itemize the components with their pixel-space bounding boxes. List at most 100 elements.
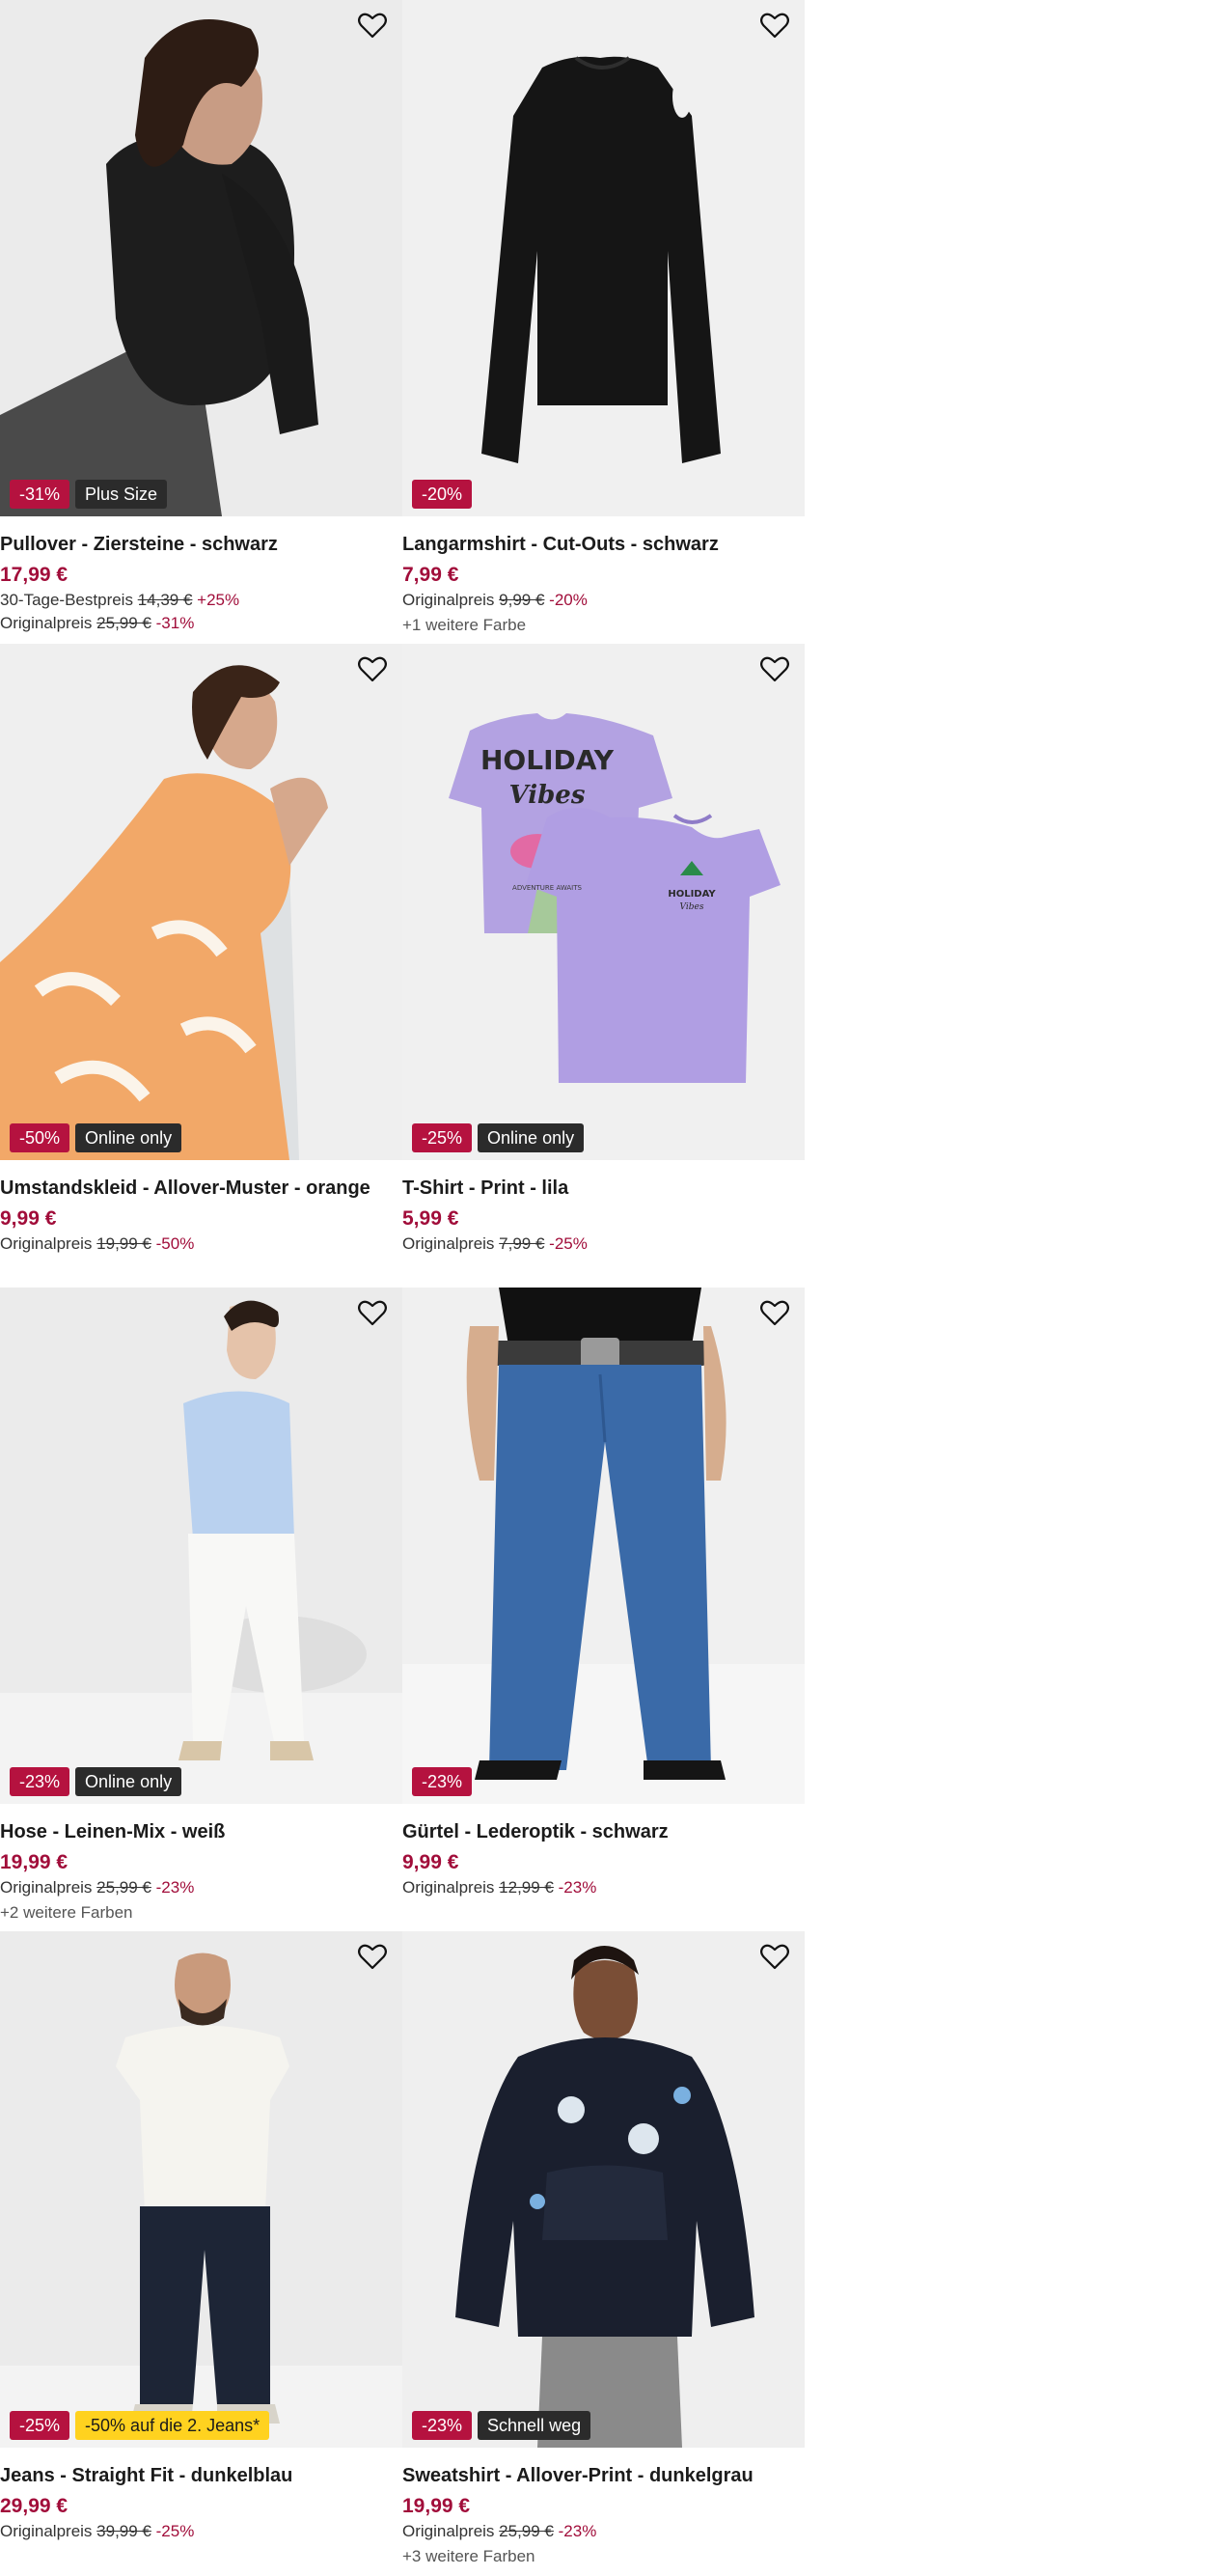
wishlist-heart-icon[interactable]: [760, 12, 793, 42]
original-price-line: Originalpreis 19,99 € -50%: [0, 1234, 396, 1254]
product-image[interactable]: -50% Online only: [0, 644, 402, 1160]
price-change: -25%: [549, 1234, 588, 1253]
print-small-vibes-text: Vibes: [680, 902, 704, 912]
price-change: -23%: [155, 1878, 195, 1897]
label-badge: Schnell weg: [478, 2411, 591, 2440]
print-holiday-text: HOLIDAY: [480, 744, 615, 776]
price-change: -23%: [558, 2522, 597, 2540]
old-price: 14,39 €: [137, 591, 193, 609]
price-label: Originalpreis: [0, 2522, 93, 2540]
badge-row: -23% Online only: [10, 1767, 182, 1796]
old-price: 7,99 €: [499, 1234, 545, 1253]
product-title[interactable]: T-Shirt - Print - lila: [402, 1177, 798, 1200]
badge-row: -23%: [412, 1767, 473, 1796]
product-title[interactable]: Langarmshirt - Cut-Outs - schwarz: [402, 534, 798, 556]
original-price-line: Originalpreis 25,99 € -31%: [0, 614, 396, 633]
more-colors-link[interactable]: +2 weitere Farben: [0, 1903, 396, 1923]
product-card[interactable]: -25% -50% auf die 2. Jeans* Jeans - Stra…: [0, 1931, 402, 2575]
product-card[interactable]: -20% Langarmshirt - Cut-Outs - schwarz 7…: [402, 0, 805, 644]
label-badge: Online only: [75, 1767, 182, 1796]
price-label: Originalpreis: [402, 1234, 495, 1253]
original-price-line: Originalpreis 39,99 € -25%: [0, 2522, 396, 2541]
product-price: 17,99 €: [0, 564, 69, 586]
price-label: Originalpreis: [402, 1878, 495, 1897]
product-price: 7,99 €: [402, 564, 459, 586]
product-image[interactable]: -23% Online only: [0, 1288, 402, 1804]
product-card[interactable]: -31% Plus Size Pullover - Ziersteine - s…: [0, 0, 402, 644]
product-card[interactable]: -23% Online only Hose - Leinen-Mix - wei…: [0, 1288, 402, 1931]
product-image[interactable]: -23%: [402, 1288, 805, 1804]
more-colors-link[interactable]: +1 weitere Farbe: [402, 616, 798, 635]
product-title[interactable]: Jeans - Straight Fit - dunkelblau: [0, 2465, 396, 2487]
wishlist-heart-icon[interactable]: [358, 1943, 391, 1974]
price-label: 30-Tage-Bestpreis: [0, 591, 133, 609]
label-badge: Online only: [75, 1123, 182, 1152]
price-change: -50%: [155, 1234, 195, 1253]
product-image[interactable]: -20%: [402, 0, 805, 516]
original-price-line: Originalpreis 25,99 € -23%: [0, 1878, 396, 1897]
promo-badge: -50% auf die 2. Jeans*: [75, 2411, 270, 2440]
wishlist-heart-icon[interactable]: [760, 1943, 793, 1974]
product-card[interactable]: -23% Gürtel - Lederoptik - schwarz 9,99 …: [402, 1288, 805, 1931]
product-title[interactable]: Pullover - Ziersteine - schwarz: [0, 534, 396, 556]
product-price: 19,99 €: [402, 2495, 471, 2517]
best-price-line: 30-Tage-Bestpreis 14,39 € +25%: [0, 591, 396, 610]
price-change: -31%: [155, 614, 195, 632]
product-card[interactable]: -23% Schnell weg Sweatshirt - Allover-Pr…: [402, 1931, 805, 2575]
product-price: 9,99 €: [0, 1207, 57, 1230]
print-adventure-text: ADVENTURE AWAITS: [512, 884, 582, 892]
discount-badge: -23%: [412, 1767, 473, 1796]
print-vibes-text: Vibes: [509, 781, 586, 810]
wishlist-heart-icon[interactable]: [358, 655, 391, 686]
wishlist-heart-icon[interactable]: [760, 1299, 793, 1330]
price-label: Originalpreis: [402, 2522, 495, 2540]
price-change: +25%: [197, 591, 240, 609]
product-image[interactable]: -23% Schnell weg: [402, 1931, 805, 2448]
badge-row: -25% Online only: [412, 1123, 585, 1152]
product-title[interactable]: Sweatshirt - Allover-Print - dunkelgrau: [402, 2465, 798, 2487]
old-price: 12,99 €: [499, 1878, 554, 1897]
price-label: Originalpreis: [0, 1234, 93, 1253]
badge-row: -23% Schnell weg: [412, 2411, 591, 2440]
discount-badge: -20%: [412, 480, 473, 509]
discount-badge: -25%: [10, 2411, 70, 2440]
product-image[interactable]: -25% -50% auf die 2. Jeans*: [0, 1931, 402, 2448]
old-price: 25,99 €: [96, 1878, 151, 1897]
original-price-line: Originalpreis 25,99 € -23%: [402, 2522, 798, 2541]
product-title[interactable]: Gürtel - Lederoptik - schwarz: [402, 1821, 798, 1843]
price-change: -25%: [155, 2522, 195, 2540]
more-colors-link[interactable]: +3 weitere Farben: [402, 2547, 798, 2566]
label-badge: Plus Size: [75, 480, 168, 509]
discount-badge: -31%: [10, 480, 70, 509]
discount-badge: -23%: [10, 1767, 70, 1796]
product-title[interactable]: Umstandskleid - Allover-Muster - orange: [0, 1177, 396, 1200]
old-price: 25,99 €: [499, 2522, 554, 2540]
discount-badge: -25%: [412, 1123, 473, 1152]
label-badge: Online only: [478, 1123, 585, 1152]
badge-row: -20%: [412, 480, 473, 509]
price-change: -23%: [558, 1878, 597, 1897]
price-label: Originalpreis: [0, 614, 93, 632]
product-grid: -31% Plus Size Pullover - Ziersteine - s…: [0, 0, 805, 2575]
original-price-line: Originalpreis 12,99 € -23%: [402, 1878, 798, 1897]
product-card[interactable]: -50% Online only Umstandskleid - Allover…: [0, 644, 402, 1288]
product-title[interactable]: Hose - Leinen-Mix - weiß: [0, 1821, 396, 1843]
product-price: 9,99 €: [402, 1851, 459, 1873]
wishlist-heart-icon[interactable]: [358, 12, 391, 42]
wishlist-heart-icon[interactable]: [760, 655, 793, 686]
product-card[interactable]: HOLIDAY Vibes ADVENTURE AWAITS HOLIDAY V…: [402, 644, 805, 1288]
price-label: Originalpreis: [0, 1878, 93, 1897]
product-image[interactable]: -31% Plus Size: [0, 0, 402, 516]
price-label: Originalpreis: [402, 591, 495, 609]
old-price: 9,99 €: [499, 591, 545, 609]
product-image[interactable]: HOLIDAY Vibes ADVENTURE AWAITS HOLIDAY V…: [402, 644, 805, 1160]
discount-badge: -50%: [10, 1123, 70, 1152]
wishlist-heart-icon[interactable]: [358, 1299, 391, 1330]
product-price: 19,99 €: [0, 1851, 69, 1873]
price-change: -20%: [549, 591, 588, 609]
discount-badge: -23%: [412, 2411, 473, 2440]
original-price-line: Originalpreis 7,99 € -25%: [402, 1234, 798, 1254]
original-price-line: Originalpreis 9,99 € -20%: [402, 591, 798, 610]
badge-row: -25% -50% auf die 2. Jeans*: [10, 2411, 270, 2440]
product-price: 5,99 €: [402, 1207, 459, 1230]
